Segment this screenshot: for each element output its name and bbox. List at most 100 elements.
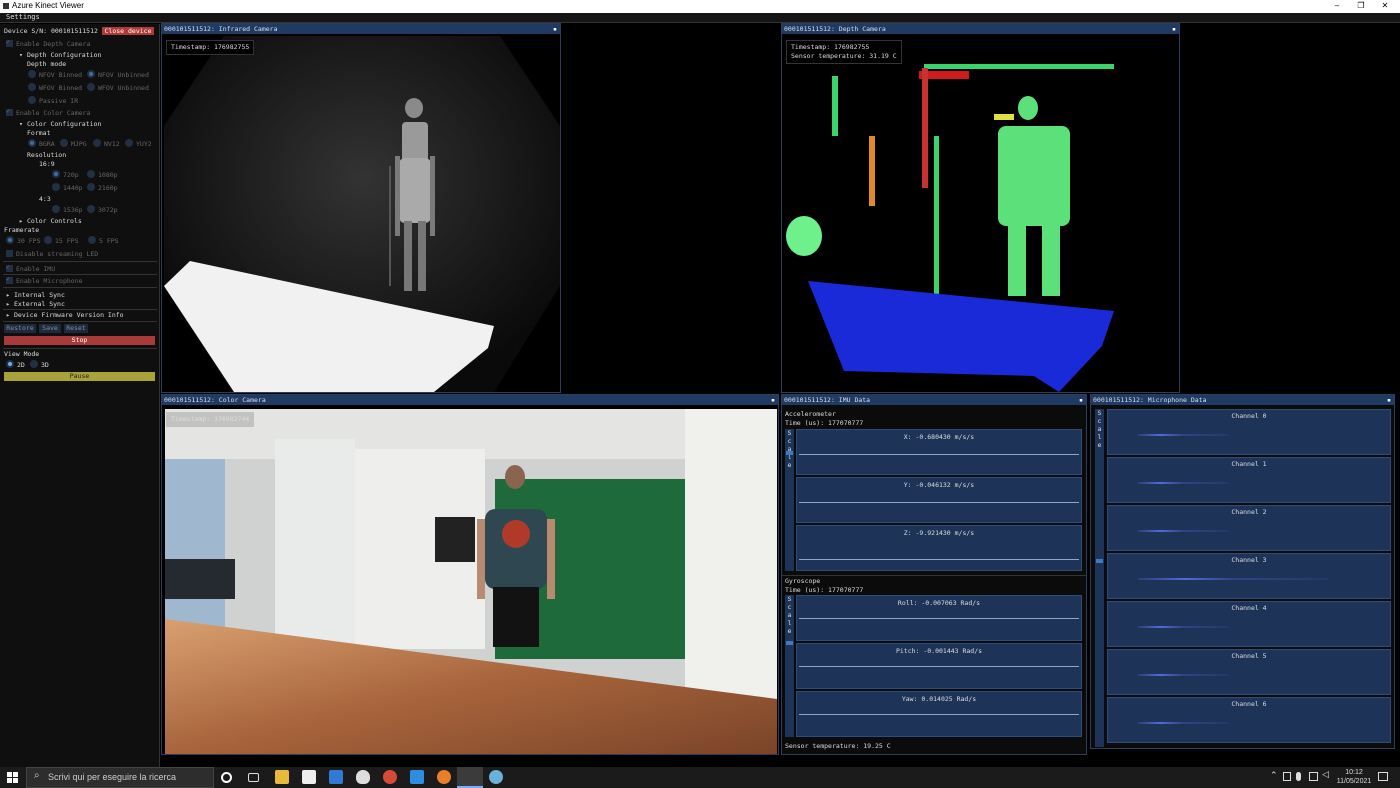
fps30-label: 30 FPS: [17, 237, 41, 245]
res-1536p-radio[interactable]: 1536p: [52, 205, 83, 215]
close-window-button[interactable]: ✕: [1372, 0, 1398, 13]
window-header[interactable]: 000101511512: IMU Data ▪: [782, 395, 1086, 405]
microphone-tray-icon[interactable]: [1296, 772, 1301, 781]
scale-grab-handle[interactable]: [786, 451, 793, 455]
res-3072p-radio[interactable]: 3072p: [87, 205, 118, 215]
minimize-button[interactable]: –: [1324, 0, 1350, 13]
firmware-info-toggle[interactable]: ▸ Device Firmware Version Info: [6, 310, 124, 320]
sensor-temperature-label: Sensor temperature: 31.19 C: [791, 52, 897, 60]
fps30-radio[interactable]: 30 FPS: [6, 236, 40, 246]
window-header[interactable]: 000101511512: Microphone Data ▪: [1091, 395, 1394, 405]
cortana-icon[interactable]: [221, 772, 232, 783]
save-button[interactable]: Save: [39, 324, 61, 333]
network-tray-icon[interactable]: [1309, 772, 1318, 781]
window-header[interactable]: 000101511512: Infrared Camera ▪: [162, 24, 560, 34]
res-2160p-radio[interactable]: 2160p: [87, 183, 118, 193]
pin-icon[interactable]: ▪: [1079, 395, 1083, 405]
passive-ir-radio[interactable]: Passive IR: [28, 96, 78, 106]
fps5-radio[interactable]: 5 FPS: [88, 236, 119, 246]
waveform: [1138, 578, 1328, 580]
pin-icon[interactable]: ▪: [1172, 24, 1176, 34]
file-explorer-icon[interactable]: [275, 770, 289, 784]
mail-icon[interactable]: [329, 770, 343, 784]
store-icon[interactable]: [302, 770, 316, 784]
restore-button[interactable]: Restore: [4, 324, 36, 333]
pause-button[interactable]: Pause: [4, 372, 155, 381]
stop-button[interactable]: Stop: [4, 336, 155, 345]
timestamp-label: Timestamp: 176982755: [166, 40, 255, 55]
view-3d-label: 3D: [41, 361, 49, 369]
enable-mic-checkbox[interactable]: Enable Microphone: [6, 274, 83, 286]
scale-grab-handle[interactable]: [1096, 559, 1103, 563]
taskbar-search-box[interactable]: ⌕ Scrivi qui per eseguire la ricerca: [26, 767, 214, 788]
restore-button[interactable]: ❐: [1348, 0, 1374, 13]
imu-data-window: 000101511512: IMU Data ▪ Accelerometer Ti…: [781, 394, 1087, 755]
enable-depth-checkbox[interactable]: Enable Depth Camera: [6, 37, 90, 49]
channel-label: Channel 0: [1231, 412, 1267, 420]
triangle-down-icon: ▾: [19, 120, 23, 128]
volume-icon[interactable]: ◁: [1322, 770, 1329, 780]
kinect-viewer-taskbar-button[interactable]: [457, 767, 483, 788]
chrome-icon[interactable]: [383, 770, 397, 784]
taskbar-clock[interactable]: 10:12 11/05/2021: [1336, 768, 1372, 786]
pin-icon[interactable]: ▪: [553, 24, 557, 34]
channel-label: Channel 4: [1231, 604, 1267, 612]
waveform: [1138, 482, 1228, 484]
windows-start-button[interactable]: [7, 772, 18, 783]
format-mjpg-radio[interactable]: MJPG: [60, 139, 87, 149]
gyro-scale-slider[interactable]: Scale: [785, 595, 794, 737]
window-header[interactable]: 000101511512: Depth Camera ▪: [782, 24, 1179, 34]
search-icon: ⌕: [34, 770, 40, 781]
app-icon[interactable]: [489, 770, 503, 784]
reset-button[interactable]: Reset: [64, 324, 88, 333]
tray-chevron-icon[interactable]: ⌃: [1270, 771, 1278, 781]
view-2d-radio[interactable]: 2D: [6, 360, 25, 370]
scale-grab-handle[interactable]: [786, 641, 793, 645]
view-3d-radio[interactable]: 3D: [30, 360, 49, 370]
enable-color-checkbox[interactable]: Enable Color Camera: [6, 106, 90, 118]
notification-icon[interactable]: [1378, 772, 1388, 781]
accel-x-value: X: -0.680430 m/s/s: [903, 433, 975, 441]
vscode-icon[interactable]: [410, 770, 424, 784]
blender-icon[interactable]: [437, 770, 451, 784]
menu-settings[interactable]: Settings: [6, 13, 40, 21]
depth-config-label: Depth Configuration: [27, 51, 102, 59]
format-nv12-radio[interactable]: NV12: [93, 139, 120, 149]
format-bgra-label: BGRA: [39, 140, 55, 148]
start-logo-pane: [7, 778, 12, 783]
res-1440p-radio[interactable]: 1440p: [52, 183, 83, 193]
external-sync-toggle[interactable]: ▸ External Sync: [6, 299, 65, 309]
mic-channel-plot: Channel 6: [1107, 697, 1391, 743]
waveform: [1138, 434, 1228, 436]
nfov-unbinned-radio[interactable]: NFOV Unbinned: [87, 70, 149, 80]
format-yuy2-radio[interactable]: YUY2: [125, 139, 152, 149]
scale-letter: c: [787, 603, 792, 611]
nfov-binned-radio[interactable]: NFOV Binned: [28, 70, 82, 80]
close-device-button[interactable]: Close device: [102, 27, 154, 35]
wfov-binned-radio[interactable]: WFOV Binned: [28, 83, 82, 93]
wfov-unbinned-radio[interactable]: WFOV Unbinned: [87, 83, 149, 93]
tray-device-icon[interactable]: [1283, 772, 1291, 781]
enable-imu-checkbox[interactable]: Enable IMU: [6, 262, 55, 274]
format-bgra-radio[interactable]: BGRA: [28, 139, 55, 149]
mic-scale-slider[interactable]: Scale: [1095, 409, 1104, 747]
radio-icon: [52, 183, 60, 191]
divider: [3, 321, 157, 322]
accel-scale-slider[interactable]: Scale: [785, 429, 794, 571]
res-720p-radio[interactable]: 720p: [52, 170, 79, 180]
start-logo-pane: [13, 778, 18, 783]
passive-ir-label: Passive IR: [39, 97, 79, 105]
radio-icon: [87, 183, 95, 191]
alien-app-icon[interactable]: [356, 770, 370, 784]
task-view-icon[interactable]: [248, 773, 259, 782]
pin-icon[interactable]: ▪: [1387, 395, 1391, 405]
fps15-radio[interactable]: 15 FPS: [44, 236, 78, 246]
wfov-binned-label: WFOV Binned: [39, 84, 83, 92]
gyro-time-label: Time (us): 177070777: [785, 586, 864, 594]
res-1080p-radio[interactable]: 1080p: [87, 170, 118, 180]
pin-icon[interactable]: ▪: [771, 395, 775, 405]
window-header[interactable]: 000101511512: Color Camera ▪: [162, 395, 778, 405]
depth-image: [784, 36, 1179, 392]
disable-led-checkbox[interactable]: Disable streaming LED: [6, 249, 98, 259]
title-bar: Azure Kinect Viewer – ❐ ✕: [0, 0, 1400, 13]
